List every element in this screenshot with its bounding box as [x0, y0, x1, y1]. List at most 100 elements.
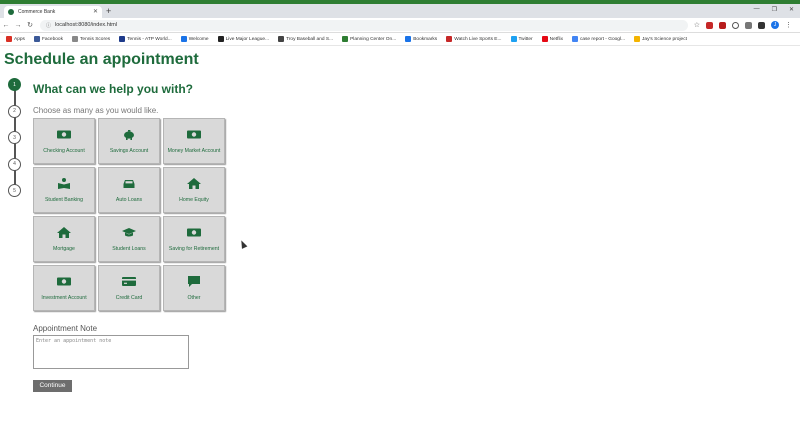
money-icon — [57, 276, 71, 295]
bookmark-item[interactable]: Jay's Science project — [634, 36, 687, 42]
book-reader-icon — [57, 177, 71, 197]
bookmark-label: Planning Center On... — [350, 36, 397, 42]
extension-gray-icon[interactable] — [745, 21, 752, 29]
car-icon — [122, 178, 136, 197]
bookmark-favicon-icon — [510, 36, 517, 42]
appointment-page: Schedule an appointment 1 2 3 4 5 What can w… — [0, 50, 800, 392]
profile-avatar[interactable]: J — [771, 21, 779, 29]
service-tile-label: Credit Card — [115, 294, 143, 301]
tab-title: Commerce Bank — [18, 9, 56, 15]
service-tile-credit-card[interactable]: Credit Card — [98, 265, 160, 311]
menu-icon[interactable]: ⋮ — [785, 21, 792, 29]
bookmark-favicon-icon — [405, 36, 412, 42]
bookmark-item[interactable]: Twitter — [510, 36, 533, 42]
step-4: 4 — [8, 157, 21, 171]
service-tile-label: Saving for Retirement — [168, 245, 220, 252]
bookmark-item[interactable]: Netflix — [541, 36, 563, 42]
service-tile-money-market-account[interactable]: Money Market Account — [163, 118, 225, 164]
window-controls: — ❐ ✕ — [754, 6, 794, 13]
bookmark-item[interactable]: case report - Googl... — [571, 36, 626, 42]
step-hint: Choose as many as you would like. — [33, 106, 159, 115]
bookmark-label: Bookmarks — [413, 36, 438, 42]
service-tile-label: Home Equity — [179, 196, 209, 203]
bookmark-item[interactable]: Live Major League... — [217, 36, 269, 42]
service-tile-label: Checking Account — [43, 147, 85, 154]
close-tab-icon[interactable]: ✕ — [93, 8, 98, 15]
bookmark-item[interactable]: Bookmarks — [405, 36, 437, 42]
service-tile-label: Savings Account — [109, 147, 149, 154]
service-tile-savings-account[interactable]: Savings Account — [98, 118, 160, 164]
service-tile-mortgage[interactable]: Mortgage — [33, 216, 95, 262]
reload-icon[interactable]: ↻ — [24, 21, 36, 29]
service-tile-label: Investment Account — [41, 294, 87, 301]
service-tile-label: Mortgage — [53, 245, 75, 252]
service-tile-student-loans[interactable]: Student Loans — [98, 216, 160, 262]
service-tile-auto-loans[interactable]: Auto Loans — [98, 167, 160, 213]
extension-red-icon[interactable] — [706, 21, 713, 29]
bookmark-item[interactable]: Planning Center On... — [342, 36, 396, 42]
bookmark-item[interactable]: Welcome — [180, 36, 209, 42]
forward-icon[interactable]: → — [12, 22, 24, 29]
bookmark-label: Facebook — [41, 36, 64, 42]
extension-pdf-icon[interactable] — [719, 21, 726, 29]
service-grid: Checking Account Savings Account Money Mar… — [33, 118, 225, 311]
new-tab-icon[interactable]: + — [106, 6, 111, 16]
url-text: localhost:8080/index.html — [55, 22, 118, 28]
service-tile-label: Student Loans — [112, 245, 146, 252]
appointment-note-input[interactable] — [33, 335, 189, 369]
service-tile-label: Auto Loans — [115, 196, 143, 203]
step-3: 3 — [8, 131, 21, 144]
maximize-icon[interactable]: ❐ — [772, 6, 777, 13]
money-icon — [57, 129, 71, 148]
bookmark-item[interactable]: Apps — [6, 36, 25, 42]
minimize-icon[interactable]: — — [754, 6, 760, 13]
tab-strip: Commerce Bank ✕ + — ❐ ✕ — [0, 4, 800, 18]
bookmark-label: Twitter — [518, 36, 533, 42]
service-tile-saving-for-retirement[interactable]: Saving for Retirement — [163, 216, 225, 262]
bookmark-label: Tennis - ATP World... — [127, 36, 172, 42]
credit-card-icon — [122, 276, 136, 295]
bookmark-favicon-icon — [278, 36, 285, 42]
favicon-icon — [8, 9, 14, 15]
bookmark-favicon-icon — [571, 36, 578, 42]
bookmark-label: Watch Live Sports E... — [454, 36, 502, 42]
home-icon — [57, 226, 71, 246]
mouse-cursor-icon — [238, 239, 248, 249]
bookmark-favicon-icon — [634, 36, 641, 42]
bookmark-favicon-icon — [72, 36, 79, 42]
service-tile-checking-account[interactable]: Checking Account — [33, 118, 95, 164]
continue-button[interactable]: Continue — [33, 379, 72, 392]
bookmark-favicon-icon — [180, 36, 187, 42]
bookmark-item[interactable]: Tennis - ATP World... — [119, 36, 172, 42]
bookmark-item[interactable]: Tennis Scores — [72, 36, 110, 42]
extension-dark-icon[interactable] — [758, 21, 765, 29]
extension-block-icon[interactable] — [732, 21, 739, 29]
service-tile-label: Student Banking — [44, 196, 84, 203]
money-icon — [187, 227, 201, 246]
service-tile-other[interactable]: Other — [163, 265, 225, 311]
comment-icon — [187, 275, 201, 295]
bookmark-label: case report - Googl... — [579, 36, 626, 42]
address-bar[interactable]: ⓘ localhost:8080/index.html — [40, 19, 688, 31]
bookmark-label: Troy Baseball and S... — [286, 36, 334, 42]
bookmark-item[interactable]: Watch Live Sports E... — [446, 36, 502, 42]
bookmark-favicon-icon — [541, 36, 548, 42]
bookmark-label: Jay's Science project — [642, 36, 687, 42]
star-icon[interactable]: ☆ — [694, 21, 700, 29]
home-icon — [187, 177, 201, 197]
bookmark-label: Apps — [14, 36, 25, 42]
bookmark-label: Welcome — [188, 36, 209, 42]
info-icon[interactable]: ⓘ — [46, 22, 51, 29]
close-window-icon[interactable]: ✕ — [789, 6, 794, 13]
service-tile-label: Other — [187, 294, 201, 301]
back-icon[interactable]: ← — [0, 22, 12, 29]
bookmark-item[interactable]: Troy Baseball and S... — [278, 36, 333, 42]
service-tile-student-banking[interactable]: Student Banking — [33, 167, 95, 213]
bookmark-favicon-icon — [6, 36, 12, 42]
service-tile-home-equity[interactable]: Home Equity — [163, 167, 225, 213]
bookmark-item[interactable]: Facebook — [33, 36, 64, 42]
bookmark-favicon-icon — [446, 36, 453, 42]
money-icon — [187, 129, 201, 148]
browser-tab[interactable]: Commerce Bank ✕ — [4, 6, 102, 18]
service-tile-investment-account[interactable]: Investment Account — [33, 265, 95, 311]
